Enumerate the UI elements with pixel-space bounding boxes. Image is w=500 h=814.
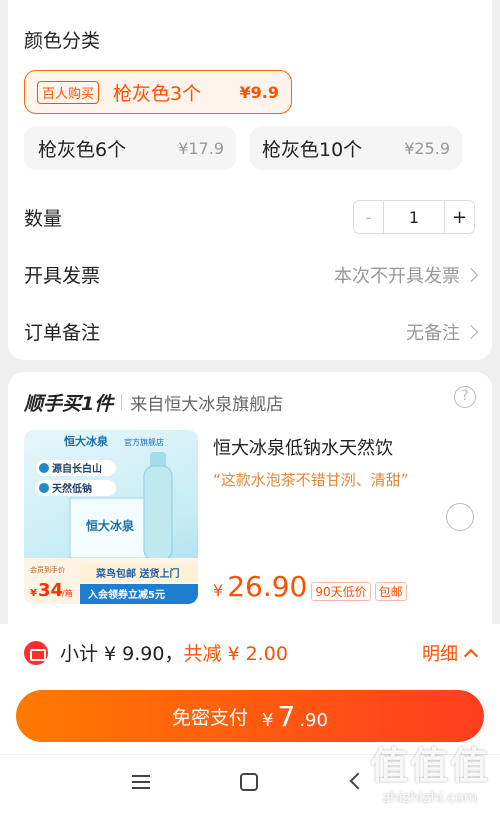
product-price: 26.90 xyxy=(227,570,308,603)
free-shipping-tag: 包邮 xyxy=(374,582,407,601)
watermark-url: zhizhizhi.com xyxy=(382,790,478,806)
sku-option-price: ¥9.9 xyxy=(239,82,279,102)
product-image-art: 恒大冰泉 官方旗舰店 源自长白山 天然低钠 恒大冰泉 会员到手价 ¥ 34 /箱… xyxy=(24,434,198,604)
sku-option-gray-10[interactable]: 枪灰色10个 ¥25.9 xyxy=(250,126,462,170)
order-note-row[interactable]: 无备注 xyxy=(406,319,479,345)
sku-option-price: ¥25.9 xyxy=(404,138,450,158)
image-chip-sodium: 天然低钠 xyxy=(52,482,92,495)
image-store: 官方旗舰店 xyxy=(124,437,164,447)
sku-card: 颜色分类 百人购买 枪灰色3个 ¥9.9 枪灰色6个 ¥17.9 枪灰色10个 … xyxy=(8,0,492,360)
back-icon[interactable] xyxy=(349,772,367,790)
image-chip-origin: 源自长白山 xyxy=(52,462,102,475)
image-ship-text: 菜鸟包邮 送货上门 xyxy=(95,567,179,580)
order-note-value: 无备注 xyxy=(406,323,460,344)
add-on-select-radio[interactable] xyxy=(446,503,474,531)
quantity-value[interactable]: 1 xyxy=(384,208,444,227)
add-on-title: 顺手买1件 xyxy=(24,393,114,415)
image-coupon-text: 入会领券立减5元 xyxy=(88,588,165,601)
add-on-card: 顺手买1件 来自恒大冰泉旗舰店 ? 恒大冰泉 官方旗舰店 源自长白山 天然低钠 … xyxy=(8,372,492,624)
pay-label: 免密支付 xyxy=(172,706,249,729)
popular-badge: 百人购买 xyxy=(37,80,100,104)
increase-button[interactable]: + xyxy=(444,201,474,233)
invoice-value: 本次不开具发票 xyxy=(334,266,460,287)
help-icon[interactable]: ? xyxy=(454,386,476,408)
menu-icon[interactable] xyxy=(132,775,150,789)
add-on-store: 来自恒大冰泉旗舰店 xyxy=(130,395,284,415)
product-price-row: ¥ 26.90 90天低价 包邮 xyxy=(213,570,407,603)
pay-amount: ¥ 7 .90 xyxy=(262,700,328,733)
pay-currency: ¥ xyxy=(262,709,274,731)
product-image[interactable]: 恒大冰泉 官方旗舰店 源自长白山 天然低钠 恒大冰泉 会员到手价 ¥ 34 /箱… xyxy=(24,430,198,604)
color-category-title: 颜色分类 xyxy=(24,30,101,52)
sku-option-name: 枪灰色6个 xyxy=(38,138,127,161)
detail-label: 明细 xyxy=(422,644,458,665)
pay-amount-int: 7 xyxy=(277,699,296,733)
product-name[interactable]: 恒大冰泉低钠水天然饮 xyxy=(213,434,393,460)
sku-option-gray-3[interactable]: 百人购买 枪灰色3个 ¥9.9 xyxy=(24,70,292,114)
subtotal-text: 小计 ¥ 9.90， xyxy=(60,643,184,665)
product-review-quote: “这款水泡茶不错甘洌、清甜” xyxy=(213,471,409,489)
watermark: 值值值 zhizhizhi.com xyxy=(370,735,490,806)
pay-amount-dec: .90 xyxy=(299,709,328,731)
price-currency: ¥ xyxy=(213,581,224,600)
coupon-icon xyxy=(24,640,48,665)
discount-text: 共减 ¥ 2.00 xyxy=(183,643,288,665)
quantity-label: 数量 xyxy=(24,208,63,230)
invoice-row[interactable]: 本次不开具发票 xyxy=(334,262,479,288)
image-promo-price: 34 xyxy=(38,580,63,601)
chevron-right-icon xyxy=(463,267,479,283)
watermark-logo: 值值值 xyxy=(369,744,490,788)
detail-toggle[interactable]: 明细 xyxy=(422,640,479,666)
sku-option-price: ¥17.9 xyxy=(178,138,224,158)
sku-option-gray-6[interactable]: 枪灰色6个 ¥17.9 xyxy=(24,126,236,170)
chevron-right-icon xyxy=(463,324,479,340)
order-note-label: 订单备注 xyxy=(24,322,101,344)
home-icon[interactable] xyxy=(240,773,258,791)
image-promo-top: 会员到手价 xyxy=(30,565,65,574)
sku-option-name: 枪灰色3个 xyxy=(113,82,202,105)
chevron-up-icon xyxy=(463,648,479,664)
add-on-header: 顺手买1件 来自恒大冰泉旗舰店 xyxy=(24,389,283,416)
image-promo-unit: /箱 xyxy=(62,588,73,598)
invoice-label: 开具发票 xyxy=(24,265,101,287)
divider xyxy=(121,394,123,410)
price-summary: 小计 ¥ 9.90， 共减 ¥ 2.00 xyxy=(24,639,288,666)
svg-text:¥: ¥ xyxy=(30,588,37,599)
svg-text:恒大冰泉: 恒大冰泉 xyxy=(86,518,135,533)
image-brand: 恒大冰泉 xyxy=(64,434,109,448)
sku-option-name: 枪灰色10个 xyxy=(262,138,363,161)
low-price-tag: 90天低价 xyxy=(311,582,371,601)
checkout-footer: 小计 ¥ 9.90， 共减 ¥ 2.00 明细 免密支付 ¥ 7 .90 值值值… xyxy=(0,624,500,814)
decrease-button[interactable]: - xyxy=(354,201,384,233)
quantity-stepper: - 1 + xyxy=(353,200,475,234)
